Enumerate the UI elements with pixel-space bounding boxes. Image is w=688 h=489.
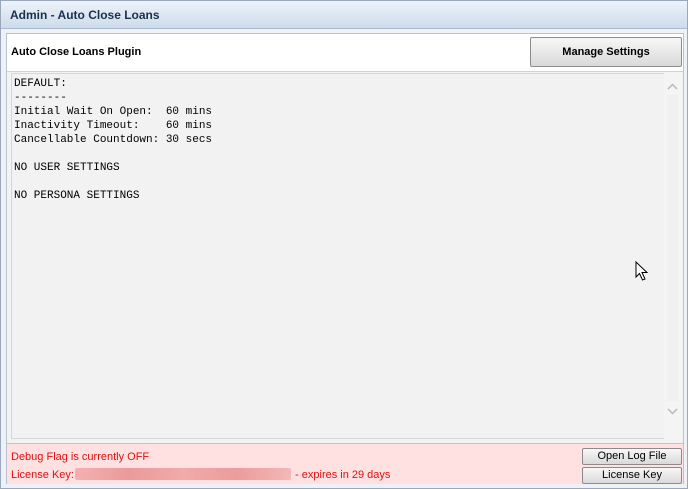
license-key-button[interactable]: License Key xyxy=(582,467,682,484)
settings-line: Cancellable Countdown: 30 secs xyxy=(14,134,213,146)
window-title: Admin - Auto Close Loans xyxy=(10,8,160,22)
settings-line: Initial Wait On Open: 60 mins xyxy=(14,106,213,118)
settings-line: NO USER SETTINGS xyxy=(14,162,120,174)
manage-settings-button[interactable]: Manage Settings xyxy=(530,37,682,67)
chevron-up-icon[interactable] xyxy=(664,80,681,96)
chevron-down-icon[interactable] xyxy=(664,405,681,421)
settings-line: DEFAULT: xyxy=(14,78,67,90)
panel-header: Auto Close Loans Plugin Manage Settings xyxy=(7,34,683,72)
scroll-track[interactable] xyxy=(667,95,678,401)
plugin-panel: Auto Close Loans Plugin Manage Settings … xyxy=(6,33,684,484)
settings-line: -------- xyxy=(14,92,67,104)
settings-line: Inactivity Timeout: 60 mins xyxy=(14,120,213,132)
status-footer: Debug Flag is currently OFF License Key:… xyxy=(7,443,683,484)
license-row: License Key: - expires in 29 days xyxy=(11,468,390,481)
title-bar: Admin - Auto Close Loans xyxy=(1,1,687,29)
plugin-title: Auto Close Loans Plugin xyxy=(11,46,142,58)
license-label: License Key: xyxy=(11,469,74,481)
settings-text-area[interactable]: DEFAULT: -------- Initial Wait On Open: … xyxy=(11,73,665,439)
settings-text: DEFAULT: -------- Initial Wait On Open: … xyxy=(14,77,212,203)
license-expiry-text: - expires in 29 days xyxy=(291,469,391,481)
redacted-license-key xyxy=(74,468,291,480)
settings-line: NO PERSONA SETTINGS xyxy=(14,190,140,202)
vertical-scrollbar[interactable] xyxy=(664,73,681,439)
admin-window: Admin - Auto Close Loans Auto Close Loan… xyxy=(0,0,688,489)
debug-status-text: Debug Flag is currently OFF xyxy=(11,451,150,463)
mouse-cursor-icon xyxy=(635,261,649,281)
open-log-file-button[interactable]: Open Log File xyxy=(582,448,682,465)
